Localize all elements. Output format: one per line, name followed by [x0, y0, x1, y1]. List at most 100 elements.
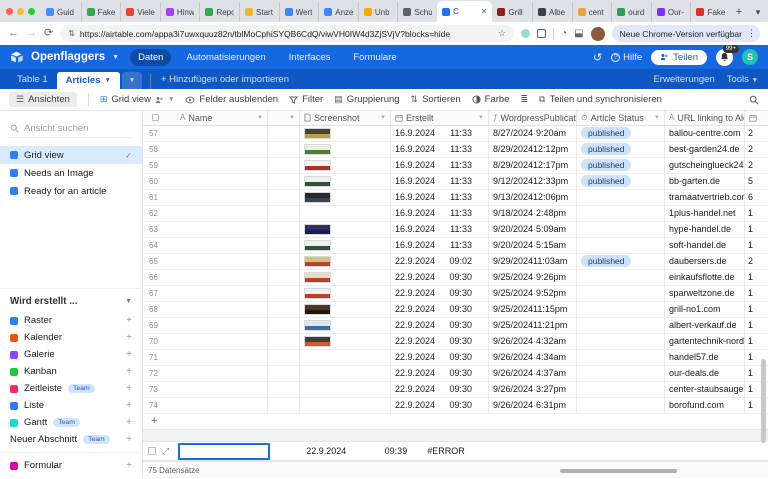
- browser-tab[interactable]: Our-: [651, 2, 691, 22]
- erstellt-cell[interactable]: 22.9.202409:30: [391, 382, 489, 397]
- url-cell[interactable]: bb-garten.de: [665, 174, 745, 189]
- status-cell[interactable]: [577, 334, 665, 349]
- sidebar-view-grid-view[interactable]: Grid view✓: [0, 146, 142, 164]
- column-header-screenshot[interactable]: Screenshot ▼: [300, 111, 391, 125]
- name-cell[interactable]: [176, 398, 268, 413]
- truncated-cell[interactable]: 2: [745, 254, 768, 269]
- truncated-cell[interactable]: 1: [745, 206, 768, 221]
- share-button[interactable]: Teilen: [651, 50, 707, 65]
- screenshot-thumbnail[interactable]: [304, 128, 331, 139]
- url-cell[interactable]: albert-verkauf.de: [665, 318, 745, 333]
- screenshot-cell[interactable]: [300, 254, 391, 269]
- erstellt-cell[interactable]: 16.9.202411:33: [391, 222, 489, 237]
- table-row[interactable]: 7022.9.202409:309/26/20244:32amgartentec…: [143, 334, 768, 350]
- erstellt-cell[interactable]: 22.9.202409:30: [391, 302, 489, 317]
- status-cell[interactable]: [577, 398, 665, 413]
- table-row[interactable]: 6822.9.202409:309/25/202411:15pmgrill-no…: [143, 302, 768, 318]
- wordpress-cell[interactable]: 9/12/202412:33pm: [489, 174, 577, 189]
- wordpress-cell[interactable]: 8/29/202412:17pm: [489, 158, 577, 173]
- url-text[interactable]: https://airtable.com/appa3i7uwxquuz82n/t…: [80, 29, 493, 39]
- add-view-icon[interactable]: +: [126, 332, 132, 343]
- new-record-row[interactable]: ⤢ 22.9.2024 09:39 #ERROR: [143, 442, 768, 461]
- add-form-view-icon[interactable]: +: [126, 460, 132, 471]
- browser-tab[interactable]: Viele: [120, 2, 160, 22]
- select-all-cell[interactable]: [143, 111, 176, 125]
- grid-view-button[interactable]: ⊞ Grid view ▼: [100, 94, 175, 105]
- table-row[interactable]: 6116.9.202411:339/13/202412:06pmtramaatv…: [143, 190, 768, 206]
- screenshot-thumbnail[interactable]: [304, 320, 331, 331]
- screenshot-cell[interactable]: [300, 286, 391, 301]
- table-row[interactable]: 6922.9.202409:309/25/202411:21pmalbert-v…: [143, 318, 768, 334]
- column-header-narrow[interactable]: ▼: [268, 111, 300, 125]
- history-undo-icon[interactable]: ↺: [593, 51, 602, 64]
- browser-tab[interactable]: Hinw: [160, 2, 200, 22]
- tab-articles[interactable]: Articles ▼: [57, 72, 120, 89]
- erstellt-cell[interactable]: 22.9.202409:30: [391, 398, 489, 413]
- url-cell[interactable]: center-staubsauger.de: [665, 382, 745, 397]
- truncated-cell[interactable]: 2: [745, 158, 768, 173]
- workspace-chevron-icon[interactable]: ▼: [112, 54, 119, 61]
- browser-tab[interactable]: Guid: [41, 2, 81, 22]
- narrow-cell[interactable]: [268, 206, 300, 221]
- table-list-chevron-tab[interactable]: ▼: [122, 72, 142, 89]
- column-header-erstellt[interactable]: Erstellt ▼: [391, 111, 489, 125]
- screenshot-cell[interactable]: [300, 350, 391, 365]
- macos-window-controls[interactable]: [6, 0, 35, 22]
- table-row[interactable]: 7322.9.202409:309/26/20243:27pmcenter-st…: [143, 382, 768, 398]
- name-cell[interactable]: [176, 318, 268, 333]
- narrow-cell[interactable]: [268, 302, 300, 317]
- tools-button[interactable]: Tools ▼: [727, 74, 758, 85]
- truncated-cell[interactable]: 1: [745, 302, 768, 317]
- table-row[interactable]: 7122.9.202409:309/26/20244:34amhandel57.…: [143, 350, 768, 366]
- status-cell[interactable]: published: [577, 254, 665, 269]
- screenshot-thumbnail[interactable]: [304, 336, 331, 347]
- erstellt-cell[interactable]: 22.9.202409:30: [391, 366, 489, 381]
- truncated-cell[interactable]: 2: [745, 142, 768, 157]
- screenshot-cell[interactable]: [300, 238, 391, 253]
- vertical-scrollbar[interactable]: [761, 359, 766, 443]
- screenshot-thumbnail[interactable]: [304, 144, 331, 155]
- url-cell[interactable]: tramaatvertrieb.com: [665, 190, 745, 205]
- column-menu-chevron-icon[interactable]: ▼: [257, 115, 263, 121]
- screenshot-cell[interactable]: [300, 206, 391, 221]
- name-cell[interactable]: [176, 382, 268, 397]
- filter-button[interactable]: Filter: [289, 94, 323, 105]
- tab-close-icon[interactable]: ✕: [481, 7, 488, 16]
- column-header-url[interactable]: A URL linking to Alert ▼: [665, 111, 745, 125]
- chrome-update-button[interactable]: Neue Chrome-Version verfügbar ⋮: [612, 25, 760, 42]
- table-row[interactable]: 6622.9.202409:309/25/20249:26pmeinkaufsf…: [143, 270, 768, 286]
- expand-record-icon[interactable]: ⤢: [162, 446, 169, 457]
- url-cell[interactable]: 1plus-handel.net: [665, 206, 745, 221]
- nav-daten[interactable]: Daten: [130, 49, 171, 66]
- narrow-cell[interactable]: [268, 318, 300, 333]
- screenshot-thumbnail[interactable]: [304, 272, 331, 283]
- column-menu-chevron-icon[interactable]: ▼: [380, 115, 386, 121]
- narrow-cell[interactable]: [268, 222, 300, 237]
- truncated-cell[interactable]: 5: [745, 174, 768, 189]
- browser-tab[interactable]: Grill: [492, 2, 532, 22]
- tab-articles-chevron-icon[interactable]: ▼: [105, 77, 111, 84]
- cast-icon[interactable]: ⬓: [574, 28, 583, 39]
- erstellt-cell[interactable]: 16.9.202411:33: [391, 142, 489, 157]
- status-cell[interactable]: [577, 302, 665, 317]
- erstellt-cell[interactable]: 22.9.202409:02: [391, 254, 489, 269]
- narrow-cell[interactable]: [268, 398, 300, 413]
- extension-dot-icon[interactable]: [521, 29, 530, 38]
- notifications-button[interactable]: 99+: [716, 49, 733, 66]
- browser-tab[interactable]: Anze: [318, 2, 358, 22]
- status-cell[interactable]: published: [577, 158, 665, 173]
- narrow-cell[interactable]: [268, 174, 300, 189]
- url-cell[interactable]: soft-handel.de: [665, 238, 745, 253]
- wordpress-cell[interactable]: 9/26/20244:32am: [489, 334, 577, 349]
- tab-table1[interactable]: Table 1: [8, 74, 57, 89]
- maximize-window-button[interactable]: [28, 8, 35, 15]
- url-cell[interactable]: grill-no1.com: [665, 302, 745, 317]
- table-row[interactable]: 6316.9.202411:339/20/20245:09amhype-hand…: [143, 222, 768, 238]
- site-info-icon[interactable]: ⇅: [68, 29, 75, 38]
- truncated-cell[interactable]: 1: [745, 334, 768, 349]
- url-cell[interactable]: borofund.com: [665, 398, 745, 413]
- narrow-cell[interactable]: [268, 366, 300, 381]
- user-avatar[interactable]: S: [742, 49, 758, 65]
- add-view-icon[interactable]: +: [126, 366, 132, 377]
- wordpress-cell[interactable]: 9/25/20249:26pm: [489, 270, 577, 285]
